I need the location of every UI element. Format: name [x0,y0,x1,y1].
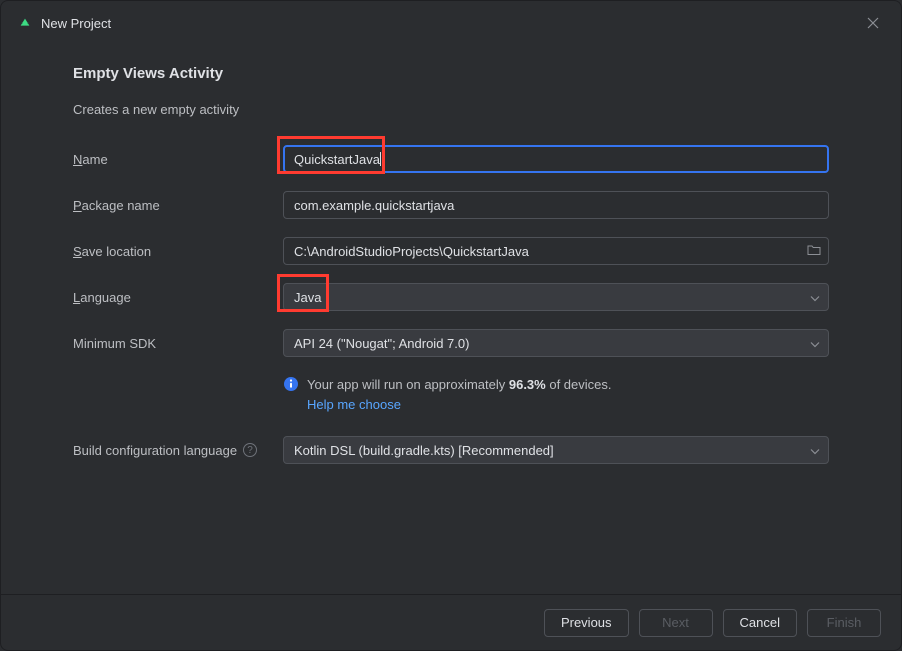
min-sdk-select[interactable]: API 24 ("Nougat"; Android 7.0) [283,329,829,357]
package-name-input[interactable] [283,191,829,219]
name-label: Name [73,152,283,167]
language-label: Language [73,290,283,305]
save-location-input[interactable] [283,237,829,265]
cancel-button[interactable]: Cancel [723,609,797,637]
chevron-down-icon [810,290,820,305]
finish-button: Finish [807,609,881,637]
browse-folder-button[interactable] [807,244,821,259]
close-button[interactable] [861,11,885,35]
package-name-label: Package name [73,198,283,213]
min-sdk-label: Minimum SDK [73,336,283,351]
folder-icon [807,244,821,256]
build-config-select[interactable]: Kotlin DSL (build.gradle.kts) [Recommend… [283,436,829,464]
help-icon[interactable]: ? [243,443,257,457]
chevron-down-icon [810,443,820,458]
help-me-choose-link[interactable]: Help me choose [307,395,612,415]
name-input[interactable]: QuickstartJava [283,145,829,173]
window-title: New Project [41,16,853,31]
close-icon [867,17,879,29]
next-button: Next [639,609,713,637]
save-location-label: Save location [73,244,283,259]
info-icon [283,376,299,395]
device-coverage-text: Your app will run on approximately 96.3%… [307,375,612,414]
previous-button[interactable]: Previous [544,609,629,637]
language-select[interactable]: Java [283,283,829,311]
page-subheading: Creates a new empty activity [73,102,829,117]
chevron-down-icon [810,336,820,351]
page-heading: Empty Views Activity [73,65,829,82]
app-icon [17,15,33,31]
build-config-label: Build configuration language ? [73,443,283,458]
